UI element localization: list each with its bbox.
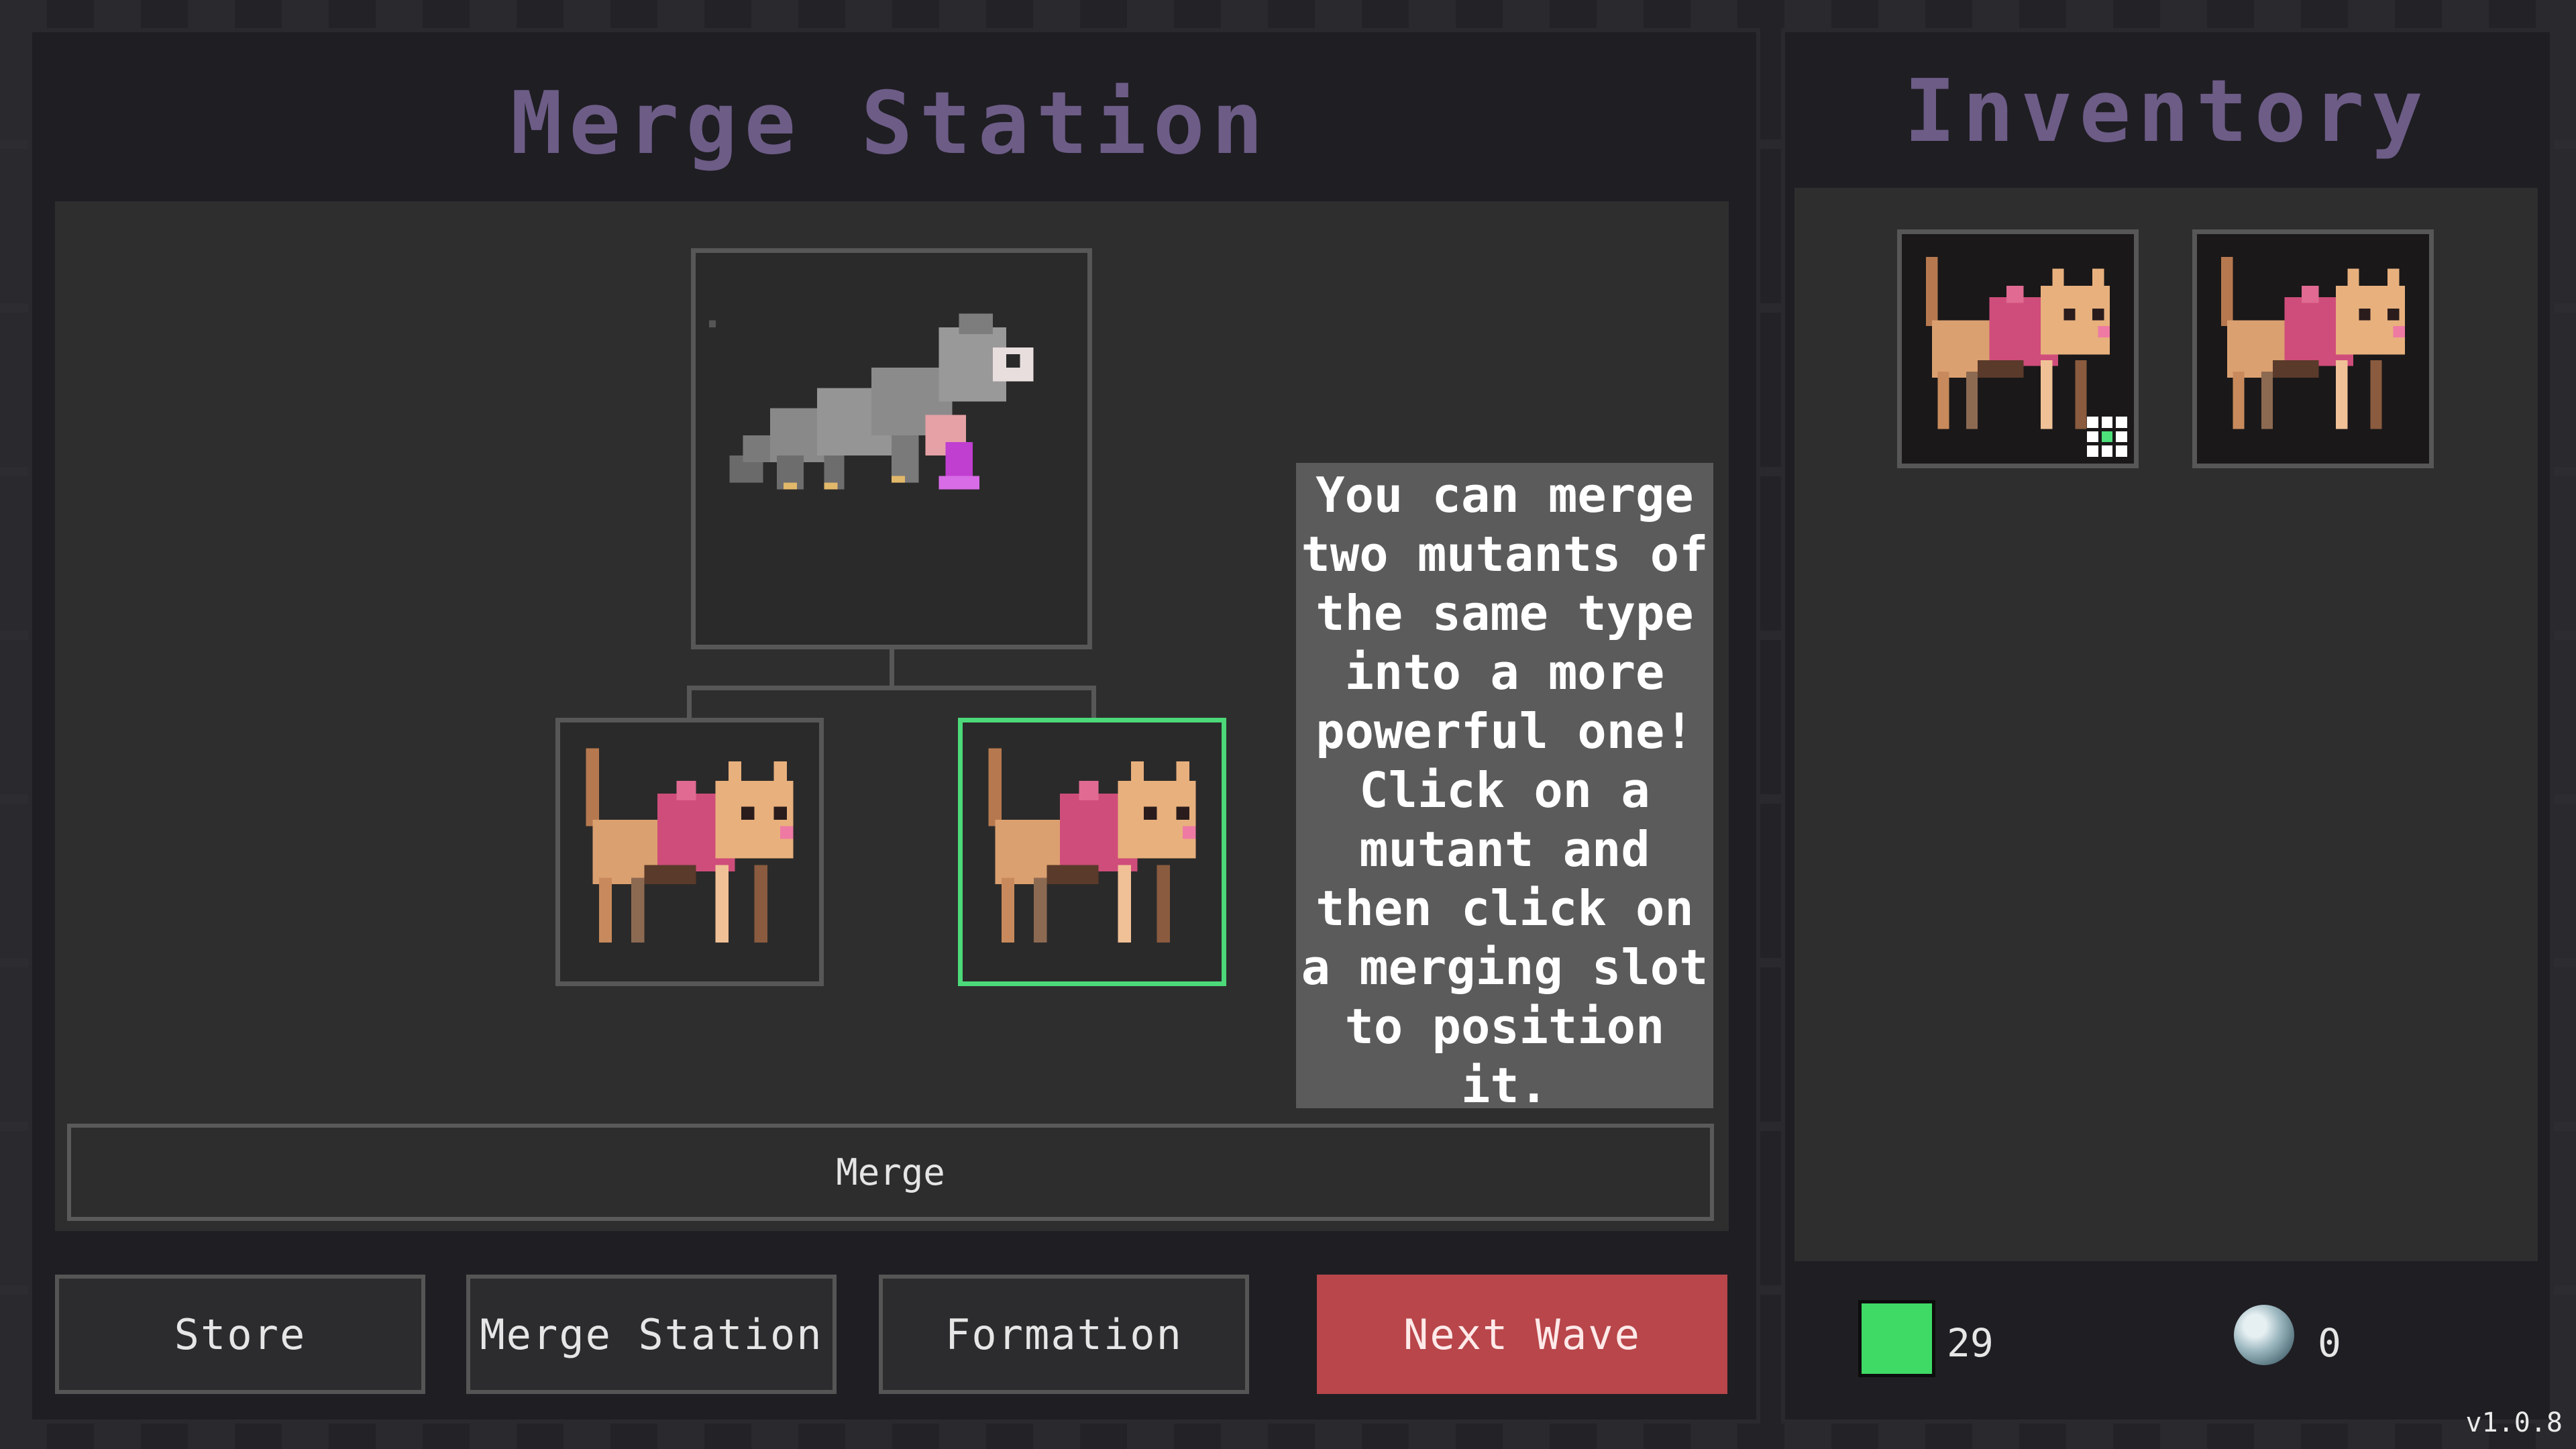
formation-button[interactable]: Formation (879, 1275, 1249, 1394)
mutant-cat-icon (586, 748, 794, 943)
merge-input-slot-left[interactable] (555, 718, 824, 986)
merge-station-title: Merge Station (511, 74, 1270, 174)
connector-vertical (890, 649, 894, 688)
formation-grid-icon (2087, 417, 2127, 457)
mutant-cat-icon (2221, 257, 2405, 429)
grey-wolf-mutant-icon (709, 313, 1034, 490)
connector-horizontal (687, 686, 1096, 690)
connector-right (1091, 686, 1096, 720)
merge-station-button[interactable]: Merge Station (466, 1275, 837, 1394)
orb-count: 0 (2318, 1320, 2341, 1366)
store-button[interactable]: Store (55, 1275, 425, 1394)
mutant-cat-icon (988, 748, 1196, 943)
merge-button[interactable]: Merge (67, 1124, 1714, 1221)
version-label: v1.0.8 (2465, 1407, 2563, 1438)
merge-input-slot-right[interactable] (958, 718, 1226, 986)
connector-left (687, 686, 692, 720)
inventory-title: Inventory (1904, 62, 2430, 162)
inventory-slot-1[interactable] (1897, 229, 2139, 468)
gem-count: 29 (1947, 1320, 1994, 1366)
next-wave-button[interactable]: Next Wave (1317, 1275, 1727, 1394)
inventory-slot-2[interactable] (2192, 229, 2434, 468)
merge-help-tooltip: You can merge two mutants of the same ty… (1296, 463, 1713, 1114)
merge-result-slot[interactable] (691, 248, 1092, 649)
crystal-orb-icon (2234, 1305, 2294, 1365)
green-gem-icon (1858, 1300, 1935, 1377)
